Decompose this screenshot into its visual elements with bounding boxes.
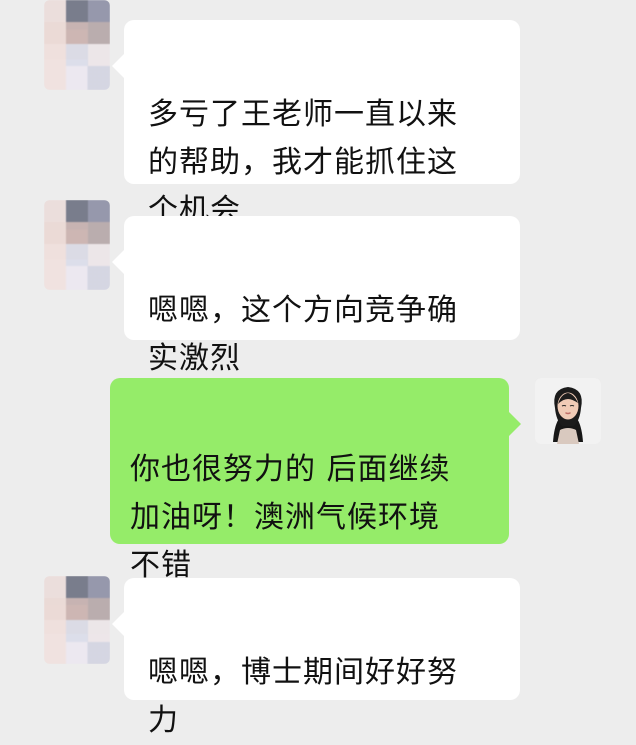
message-bubble[interactable]: 多亏了王老师一直以来 的帮助，我才能抓住这 个机会 bbox=[112, 20, 520, 228]
message-bubble[interactable]: 嗯嗯，博士期间好好努 力 bbox=[112, 578, 520, 738]
chat-conversation: 多亏了王老师一直以来 的帮助，我才能抓住这 个机会 嗯嗯，这个方向竞争确 实激烈… bbox=[0, 0, 636, 738]
message-bubble[interactable]: 你也很努力的 后面继续 加油呀！澳洲气候环境 不错 bbox=[110, 378, 521, 626]
message-text: 嗯嗯，博士期间好好努 力 bbox=[148, 655, 458, 738]
blurred-avatar-image bbox=[44, 576, 110, 664]
profile-photo bbox=[535, 378, 601, 444]
message-text: 嗯嗯，这个方向竞争确 实激烈 bbox=[148, 293, 458, 376]
message-text: 多亏了王老师一直以来 的帮助，我才能抓住这 个机会 bbox=[148, 97, 458, 228]
my-avatar[interactable] bbox=[535, 378, 601, 444]
contact-avatar[interactable] bbox=[44, 200, 110, 290]
message-bubble[interactable]: 嗯嗯，这个方向竞争确 实激烈 bbox=[112, 216, 520, 376]
blurred-avatar-image bbox=[44, 0, 110, 90]
blurred-avatar-image bbox=[44, 200, 110, 290]
contact-avatar[interactable] bbox=[44, 0, 110, 90]
contact-avatar[interactable] bbox=[44, 576, 110, 664]
message-text: 你也很努力的 后面继续 加油呀！澳洲气候环境 不错 bbox=[130, 452, 451, 583]
